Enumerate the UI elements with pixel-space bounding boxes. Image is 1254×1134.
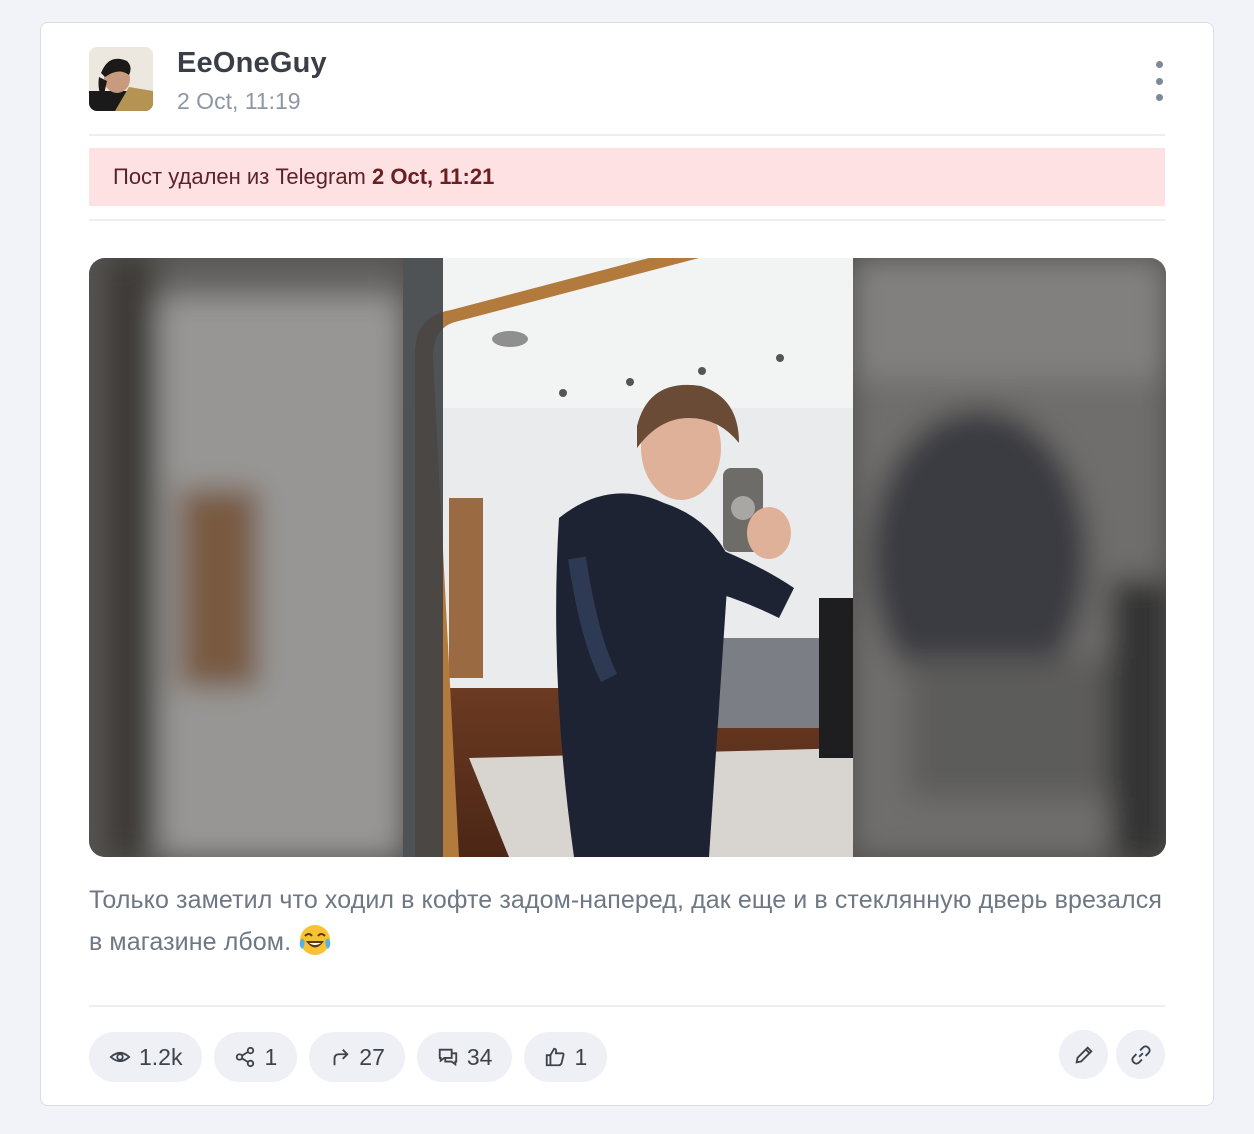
face-with-tears-of-joy-icon <box>299 925 331 955</box>
post-caption-text: Только заметил что ходил в кофте задом-н… <box>89 886 1162 956</box>
comments-icon <box>438 1048 458 1067</box>
share-icon <box>236 1046 255 1068</box>
edit-button[interactable] <box>1059 1030 1108 1079</box>
forwards-count: 27 <box>359 1043 385 1070</box>
link-icon <box>1130 1044 1151 1065</box>
post-caption: Только заметил что ходил в кофте задом-н… <box>89 879 1179 963</box>
header-divider <box>89 134 1165 136</box>
post-datetime[interactable]: 2 Oct, 11:19 <box>177 88 301 115</box>
shares-count: 1 <box>264 1043 278 1070</box>
post-stats: 1.2k 1 27 34 1 <box>89 1032 608 1082</box>
author-avatar[interactable] <box>89 47 153 111</box>
avatar-image <box>89 47 153 111</box>
comments-counter[interactable]: 34 <box>416 1032 513 1082</box>
deleted-notice-date: 2 Oct, 11:21 <box>372 164 495 189</box>
reactions-count: 1 <box>574 1043 588 1070</box>
post-photo[interactable] <box>89 258 1166 857</box>
forwards-counter[interactable]: 27 <box>309 1032 405 1082</box>
more-vertical-icon[interactable] <box>1149 61 1169 101</box>
forward-arrow-icon <box>333 1049 349 1066</box>
deleted-notice-text: Пост удален из Telegram <box>113 164 366 189</box>
thumbs-up-icon <box>546 1047 565 1067</box>
reactions-counter[interactable]: 1 <box>524 1032 608 1082</box>
deleted-notice: Пост удален из Telegram 2 Oct, 11:21 <box>89 148 1165 206</box>
comments-count: 34 <box>466 1043 493 1070</box>
author-name[interactable]: EeOneGuy <box>177 47 327 80</box>
notice-divider <box>89 219 1165 221</box>
views-counter[interactable]: 1.2k <box>89 1032 203 1082</box>
pencil-icon <box>1074 1045 1093 1064</box>
selfie-photo <box>89 258 1166 857</box>
eye-icon <box>109 1051 131 1063</box>
copy-link-button[interactable] <box>1116 1030 1165 1079</box>
post-header: EeOneGuy 2 Oct, 11:19 <box>89 47 1165 135</box>
post-actions <box>1059 1030 1165 1079</box>
views-count: 1.2k <box>139 1043 183 1070</box>
shares-counter[interactable]: 1 <box>214 1032 298 1082</box>
post-card: EeOneGuy 2 Oct, 11:19 Пост удален из Tel… <box>40 22 1214 1106</box>
footer-divider <box>89 1005 1165 1007</box>
